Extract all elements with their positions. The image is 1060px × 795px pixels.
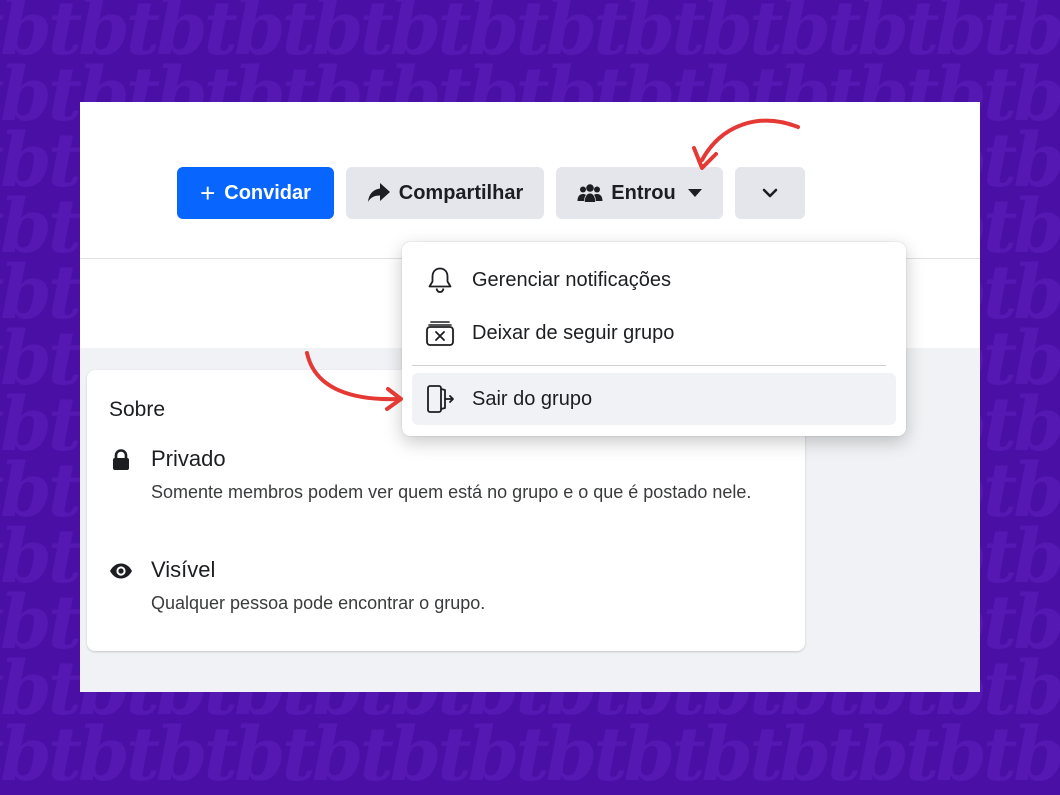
joined-dropdown-menu: Gerenciar notificações Deixar de seguir … <box>402 242 906 436</box>
privacy-name: Privado <box>151 446 226 471</box>
joined-label: Entrou <box>611 181 676 204</box>
menu-item-manage-notifications[interactable]: Gerenciar notificações <box>412 254 896 306</box>
dropdown-caret <box>630 225 664 243</box>
unfollow-icon <box>424 317 456 349</box>
share-label: Compartilhar <box>398 181 524 204</box>
chevron-down-icon <box>762 188 778 198</box>
menu-item-label: Deixar de seguir grupo <box>472 321 675 344</box>
menu-item-label: Sair do grupo <box>472 387 593 410</box>
share-arrow-icon <box>367 182 391 204</box>
visibility-description: Qualquer pessoa pode encontrar o grupo. <box>151 593 486 613</box>
lock-icon <box>109 448 133 472</box>
joined-button[interactable]: Entrou <box>556 167 723 219</box>
menu-separator <box>412 365 886 366</box>
invite-label: Convidar <box>224 181 311 204</box>
menu-item-label: Gerenciar notificações <box>472 268 671 291</box>
invite-button[interactable]: + Convidar <box>177 167 334 219</box>
caret-down-icon <box>687 188 702 198</box>
bell-icon <box>424 264 456 296</box>
plus-icon: + <box>200 177 216 208</box>
leave-door-icon <box>424 383 456 415</box>
eye-icon <box>109 559 133 583</box>
privacy-description: Somente membros podem ver quem está no g… <box>151 482 752 502</box>
more-options-button[interactable] <box>735 167 805 219</box>
members-icon <box>577 183 603 203</box>
share-button[interactable]: Compartilhar <box>346 167 544 219</box>
menu-item-leave-group[interactable]: Sair do grupo <box>412 373 896 425</box>
visibility-name: Visível <box>151 557 216 582</box>
about-title: Sobre <box>109 398 166 421</box>
menu-item-unfollow-group[interactable]: Deixar de seguir grupo <box>412 307 896 359</box>
watermark-row: tbtbtbtbtbtbtbtbtbtbtbtbtbtbtbtbtb <box>0 712 1060 795</box>
